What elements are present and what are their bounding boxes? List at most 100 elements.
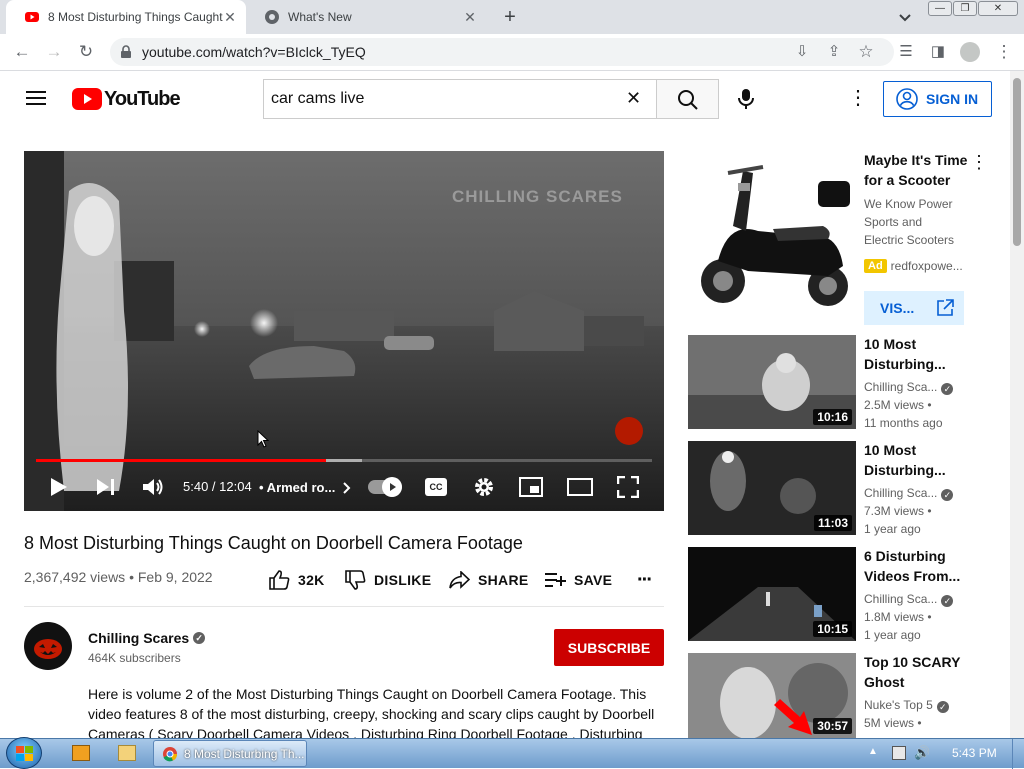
related-thumbnail[interactable]: 30:57 (688, 653, 856, 738)
verified-check-icon: ✓ (941, 489, 954, 501)
subtitles-button[interactable]: CC (425, 478, 447, 496)
new-tab-icon[interactable]: + (500, 7, 520, 27)
bookmark-star-icon[interactable]: ☆ (856, 42, 876, 62)
play-icon[interactable] (50, 477, 68, 497)
profile-avatar-icon[interactable] (960, 42, 980, 62)
system-clock[interactable]: 5:43 PM (952, 746, 997, 760)
chrome-icon (163, 746, 178, 761)
related-title[interactable]: Top 10 SCARY Ghost Videos... (864, 652, 964, 692)
close-window-button[interactable]: ✕ (978, 1, 1018, 16)
sign-in-button[interactable]: SIGN IN (883, 81, 992, 117)
save-button[interactable]: SAVE (545, 569, 612, 591)
related-channel-name: Chilling Sca... (864, 486, 938, 500)
video-view-count: 2,367,492 views • Feb 9, 2022 (24, 569, 213, 585)
verified-check-icon: ✓ (193, 632, 206, 644)
address-bar[interactable]: youtube.com/watch?v=BIclck_TyEQ (110, 38, 894, 66)
voice-search-icon[interactable] (738, 88, 754, 110)
chevron-right-icon[interactable] (342, 481, 352, 495)
settings-gear-icon[interactable] (473, 476, 495, 498)
channel-avatar[interactable] (24, 622, 72, 670)
reload-icon[interactable]: ↻ (76, 42, 96, 62)
network-icon[interactable] (892, 746, 906, 760)
install-app-icon[interactable]: ⇩ (792, 42, 812, 62)
sign-in-label: SIGN IN (926, 91, 979, 107)
search-input[interactable]: car cams live ✕ (263, 79, 656, 119)
more-actions-icon[interactable]: ··· (634, 569, 654, 591)
ad-thumbnail[interactable] (688, 151, 856, 319)
windows-logo-icon (16, 746, 33, 761)
video-player[interactable]: CHILLING SCARES 5:40 / 12:04 • Armed ro.… (24, 151, 664, 511)
related-thumbnail[interactable]: 10:16 (688, 335, 856, 429)
clear-search-icon[interactable]: ✕ (626, 88, 641, 109)
scooter-image (701, 165, 850, 306)
file-explorer-icon[interactable] (118, 745, 136, 761)
start-button[interactable] (6, 737, 42, 769)
tray-chevron-icon[interactable]: ▲ (868, 746, 882, 760)
maximize-window-button[interactable]: ❐ (953, 1, 977, 16)
guide-menu-icon[interactable] (26, 90, 46, 106)
fullscreen-icon[interactable] (617, 476, 639, 498)
miniplayer-icon[interactable] (519, 477, 543, 497)
verified-check-icon: ✓ (941, 383, 954, 395)
ad-menu-icon[interactable]: ⋮ (970, 152, 988, 172)
youtube-logo[interactable]: YouTube (72, 87, 181, 111)
tab-close-icon[interactable]: ✕ (222, 9, 238, 25)
save-label: SAVE (574, 572, 613, 588)
search-button[interactable] (656, 79, 719, 119)
theater-mode-icon[interactable] (567, 478, 593, 496)
show-desktop-button[interactable] (1012, 739, 1024, 769)
related-title[interactable]: 6 Disturbing Videos From... (864, 546, 964, 586)
open-external-icon (937, 299, 955, 316)
media-player-icon[interactable] (72, 745, 90, 761)
dislike-button[interactable]: DISLIKE (345, 569, 431, 591)
side-panel-icon[interactable]: ◨ (928, 42, 948, 62)
like-button[interactable]: 32K (269, 569, 325, 591)
channel-name[interactable]: Chilling Scares ✓ (88, 630, 206, 646)
related-views: 2.5M views • (864, 398, 932, 412)
related-title[interactable]: 10 Most Disturbing... (864, 440, 964, 480)
related-age: 1 year ago (864, 628, 921, 642)
tab-whats-new[interactable]: What's New ✕ (246, 0, 486, 34)
tab-search-icon[interactable] (896, 8, 914, 26)
volume-icon[interactable] (142, 477, 164, 497)
related-title[interactable]: 10 Most Disturbing... (864, 334, 964, 374)
volume-tray-icon[interactable]: 🔊 (914, 745, 930, 761)
subscriber-count: 464K subscribers (88, 651, 181, 665)
settings-menu-icon[interactable]: ⋮ (848, 88, 868, 108)
reading-list-icon[interactable]: ☰ (896, 42, 916, 62)
related-thumbnail[interactable]: 10:15 (688, 547, 856, 641)
tab-youtube[interactable]: 8 Most Disturbing Things Caught on Doorb… (6, 0, 246, 34)
related-channel: Nuke's Top 5 ✓ (864, 698, 949, 713)
browser-menu-icon[interactable]: ⋮ (994, 42, 1014, 62)
dislike-label: DISLIKE (374, 572, 432, 588)
related-channel-name: Chilling Sca... (864, 592, 938, 606)
share-page-icon[interactable]: ⇪ (824, 42, 844, 62)
account-icon (896, 88, 918, 110)
ad-domain: redfoxpowe... (890, 259, 963, 273)
scrollbar-thumb[interactable] (1013, 78, 1021, 246)
autoplay-toggle[interactable] (368, 477, 402, 497)
ad-visit-button[interactable]: VIS... (864, 291, 964, 325)
subtitles-label: CC (429, 482, 443, 492)
forward-icon[interactable]: → (44, 42, 64, 62)
tab-close-icon[interactable]: ✕ (462, 9, 478, 25)
lock-icon (121, 45, 131, 58)
taskbar-chrome-window[interactable]: 8 Most Disturbing Th... (153, 740, 307, 767)
subscribe-button[interactable]: SUBSCRIBE (554, 629, 664, 666)
related-thumbnail[interactable]: 11:03 (688, 441, 856, 535)
search-query: car cams live (271, 90, 365, 107)
like-count: 32K (298, 572, 325, 588)
related-channel: Chilling Sca... ✓ (864, 592, 954, 607)
cursor-icon (257, 430, 269, 448)
minimize-window-button[interactable]: — (928, 1, 952, 16)
ad-visit-label: VIS... (880, 300, 915, 316)
back-icon[interactable]: ← (12, 42, 32, 62)
verified-check-icon: ✓ (936, 701, 949, 713)
chapter-title[interactable]: • Armed ro... (259, 480, 335, 495)
progress-bar[interactable] (36, 459, 652, 462)
share-button[interactable]: SHARE (449, 569, 529, 591)
next-video-icon[interactable] (96, 478, 116, 496)
thumbs-down-icon (345, 570, 366, 590)
browser-tab-bar: 8 Most Disturbing Things Caught on Doorb… (0, 0, 1024, 34)
ad-title[interactable]: Maybe It's Time for a Scooter (864, 150, 968, 190)
